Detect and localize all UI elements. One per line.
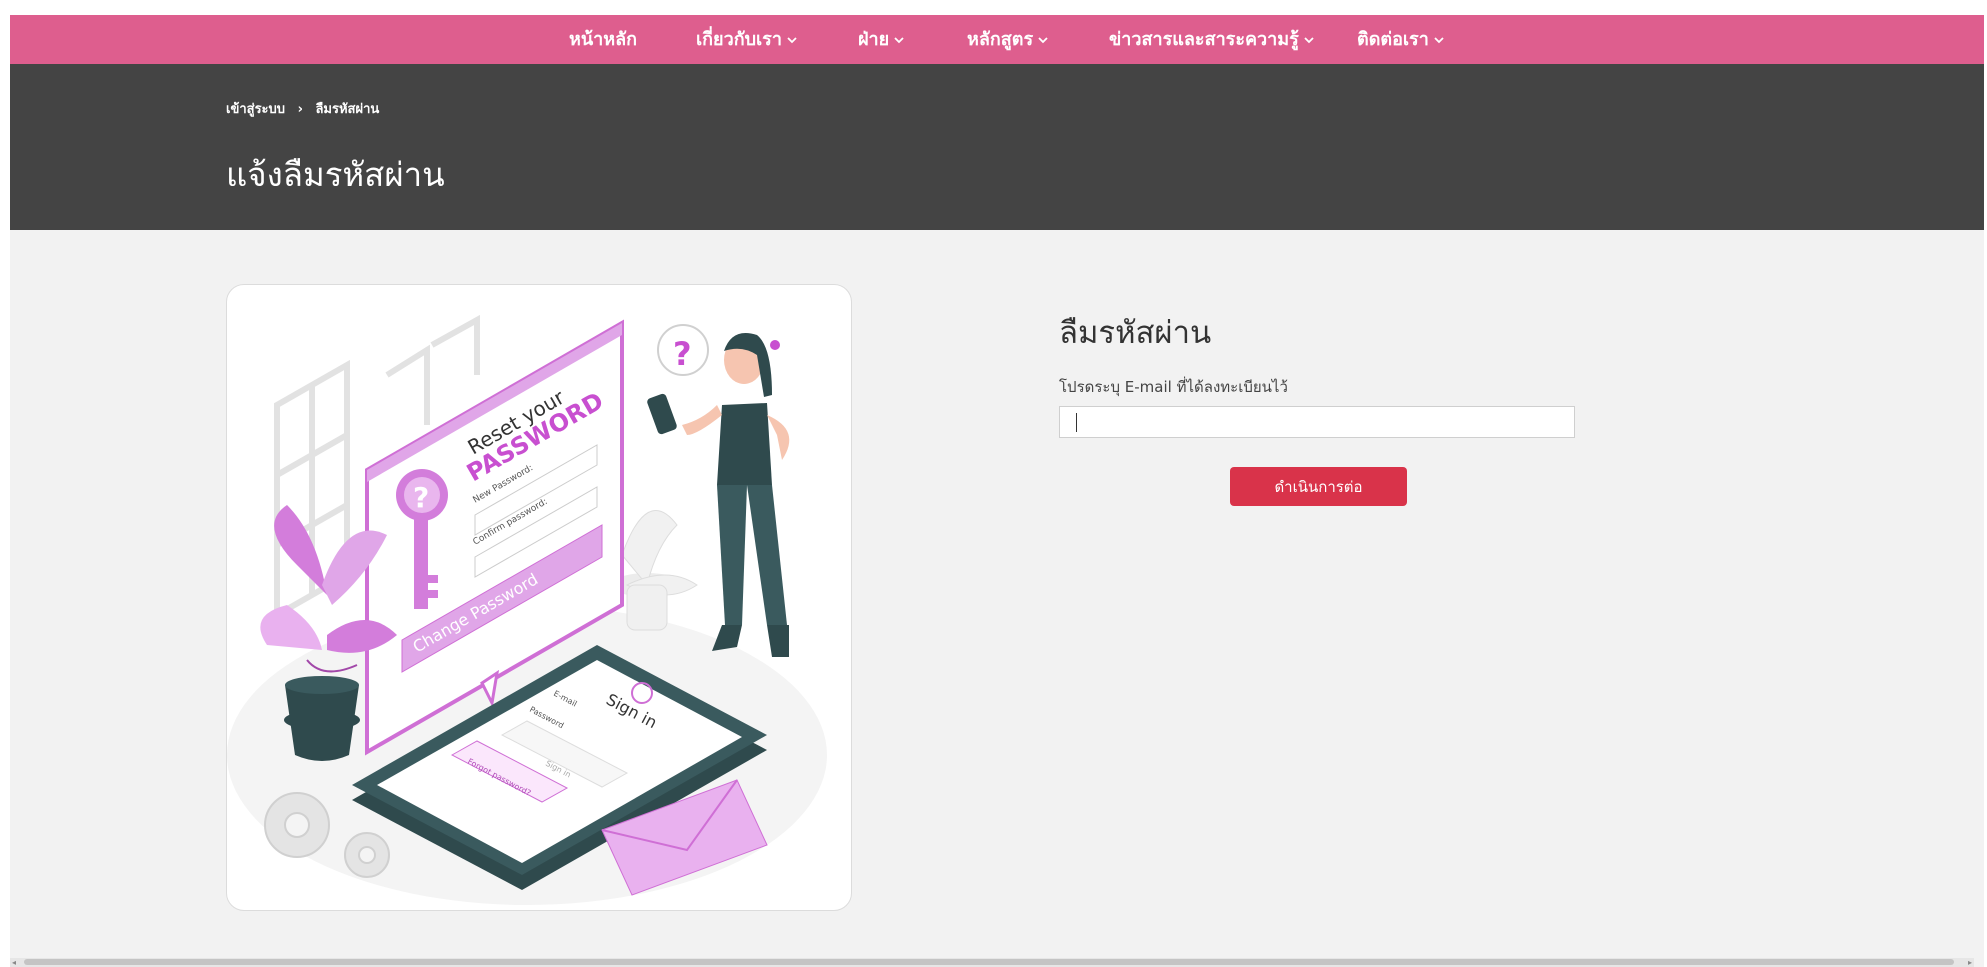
- breadcrumb-home-link[interactable]: เข้าสู่ระบบ: [226, 102, 285, 117]
- chevron-down-icon: [1038, 37, 1048, 44]
- nav-item-departments[interactable]: ฝ่าย: [858, 15, 906, 64]
- page-title: แจ้งลืมรหัสผ่าน: [226, 155, 445, 194]
- plant-back: [612, 509, 698, 631]
- chevron-down-icon: [1304, 37, 1314, 44]
- nav-item-label: ฝ่าย: [858, 29, 890, 50]
- breadcrumb: เข้าสู่ระบบ › ลืมรหัสผ่าน: [226, 98, 379, 119]
- woman-figure: ?: [647, 324, 790, 657]
- nav-item-label: ข่าวสารและสาระความรู้: [1109, 29, 1299, 50]
- nav-item-label: เกี่ยวกับเรา: [696, 29, 782, 50]
- chevron-down-icon: [787, 37, 797, 44]
- form-title: ลืมรหัสผ่าน: [1059, 315, 1212, 351]
- reset-password-illustration: Reset your PASSWORD New Password: Confir…: [227, 314, 827, 905]
- illustration-card: Reset your PASSWORD New Password: Confir…: [226, 284, 852, 911]
- nav-item-courses[interactable]: หลักสูตร: [967, 15, 1050, 64]
- nav-item-label: หน้าหลัก: [569, 29, 638, 50]
- top-navigation: หน้าหลัก เกี่ยวกับเรา ฝ่าย หลักสูตร ข่าว…: [10, 15, 1984, 64]
- email-field[interactable]: [1059, 406, 1575, 438]
- nav-item-contact[interactable]: ติดต่อเรา: [1357, 15, 1446, 64]
- nav-item-label: ติดต่อเรา: [1357, 29, 1429, 50]
- page-body: หน้าหลัก เกี่ยวกับเรา ฝ่าย หลักสูตร ข่าว…: [10, 15, 1984, 967]
- nav-item-label: หลักสูตร: [967, 29, 1034, 50]
- continue-button[interactable]: ดำเนินการต่อ: [1230, 467, 1407, 506]
- text-caret: [1076, 413, 1077, 432]
- svg-text:?: ?: [673, 335, 692, 373]
- scrollbar-thumb[interactable]: [24, 959, 1954, 965]
- breadcrumb-separator: ›: [297, 102, 303, 117]
- chevron-down-icon: [1434, 37, 1444, 44]
- breadcrumb-current: ลืมรหัสผ่าน: [315, 102, 380, 117]
- scroll-left-icon[interactable]: ◂: [12, 958, 16, 967]
- scroll-right-icon[interactable]: ▸: [1968, 958, 1972, 967]
- chevron-down-icon: [894, 37, 904, 44]
- page-header: เข้าสู่ระบบ › ลืมรหัสผ่าน แจ้งลืมรหัสผ่า…: [10, 64, 1984, 230]
- nav-item-about[interactable]: เกี่ยวกับเรา: [696, 15, 799, 64]
- nav-item-home[interactable]: หน้าหลัก: [569, 15, 637, 64]
- horizontal-scrollbar[interactable]: ◂ ▸: [10, 958, 1974, 967]
- svg-text:?: ?: [413, 481, 429, 514]
- nav-item-news[interactable]: ข่าวสารและสาระความรู้: [1109, 15, 1316, 64]
- email-field-label: โปรดระบุ E-mail ที่ได้ลงทะเบียนไว้: [1059, 378, 1288, 396]
